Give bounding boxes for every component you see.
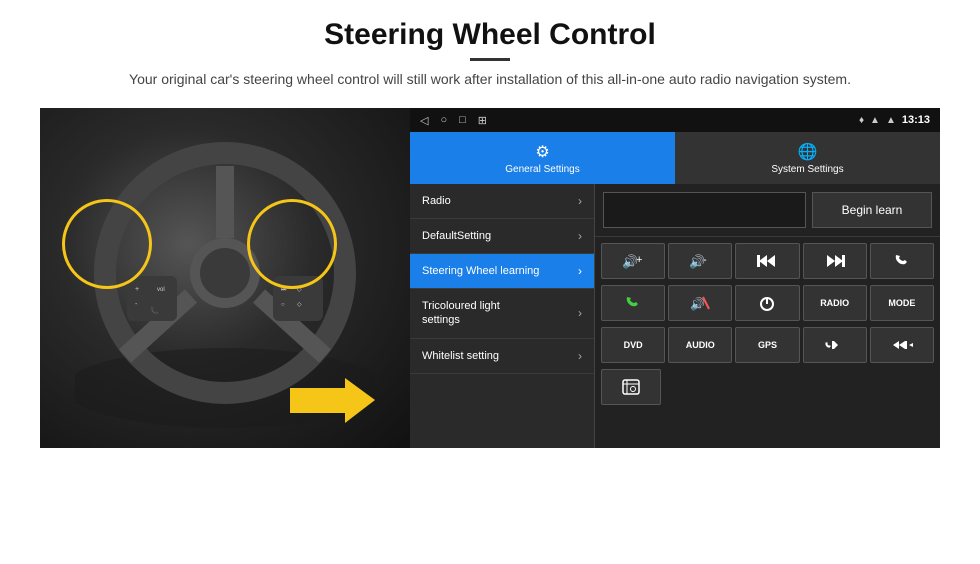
content-area: + vol - 📞 ⏭ ◇ ○ ◇	[40, 108, 940, 448]
svg-text:-: -	[703, 254, 707, 266]
svg-text:📞: 📞	[150, 306, 159, 315]
back-nav-icon[interactable]: ◁	[420, 114, 428, 127]
menu-item-whitelist-label: Whitelist setting	[422, 350, 499, 362]
dvd-button[interactable]: DVD	[601, 327, 665, 363]
vol-up-button[interactable]: 🔊+	[601, 243, 665, 279]
tab-bar: ⚙ General Settings 🌐 System Settings	[410, 132, 940, 184]
answer-call-button[interactable]	[601, 285, 665, 321]
svg-text:◇: ◇	[297, 302, 302, 308]
menu-tricolour-arrow: ›	[578, 306, 582, 320]
menu-item-whitelist[interactable]: Whitelist setting ›	[410, 339, 594, 374]
svg-text:○: ○	[281, 302, 285, 308]
status-indicators: ♦ ▲ ▲ 13:13	[859, 114, 930, 126]
recents-nav-icon[interactable]: □	[459, 114, 466, 127]
menu-panel: Radio › DefaultSetting › Steering Wheel …	[410, 184, 595, 448]
key-input-box	[603, 192, 806, 228]
top-controls: Begin learn	[595, 184, 940, 237]
prev-track-button[interactable]	[735, 243, 799, 279]
svg-text:vol: vol	[157, 287, 165, 293]
audio-button[interactable]: AUDIO	[668, 327, 732, 363]
page-title: Steering Wheel Control	[129, 18, 851, 52]
gps-button[interactable]: GPS	[735, 327, 799, 363]
location-icon: ♦	[859, 115, 864, 126]
menu-item-default-label: DefaultSetting	[422, 230, 491, 242]
last-row	[595, 369, 940, 409]
control-panel: Begin learn 🔊+ 🔊-	[595, 184, 940, 448]
menu-item-tricolour-label: Tricoloured lightsettings	[422, 299, 500, 328]
system-settings-icon: 🌐	[798, 142, 818, 162]
vol-down-button[interactable]: 🔊-	[668, 243, 732, 279]
menu-item-tricolour[interactable]: Tricoloured lightsettings ›	[410, 289, 594, 339]
call-button[interactable]	[870, 243, 934, 279]
menu-steering-arrow: ›	[578, 264, 582, 278]
menu-radio-arrow: ›	[578, 194, 582, 208]
title-divider	[470, 58, 510, 61]
wifi-icon: ▲	[886, 115, 896, 126]
menu-item-radio-label: Radio	[422, 195, 451, 207]
begin-learn-button[interactable]: Begin learn	[812, 192, 932, 228]
status-time: 13:13	[902, 114, 930, 126]
title-section: Steering Wheel Control Your original car…	[129, 18, 851, 102]
radio-mode-button[interactable]: RADIO	[803, 285, 867, 321]
home-nav-icon[interactable]: ○	[440, 114, 447, 127]
tab-system-settings[interactable]: 🌐 System Settings	[675, 132, 940, 184]
highlight-circle-left	[62, 199, 152, 289]
gear-settings-icon: ⚙	[535, 142, 549, 162]
menu-item-radio[interactable]: Radio ›	[410, 184, 594, 219]
mode-button[interactable]: MODE	[870, 285, 934, 321]
android-ui-panel: ◁ ○ □ ⊞ ♦ ▲ ▲ 13:13 ⚙ General Settings	[410, 108, 940, 448]
signal-icon: ▲	[870, 115, 880, 126]
call-prev-button[interactable]	[803, 327, 867, 363]
menu-whitelist-arrow: ›	[578, 349, 582, 363]
subtitle: Your original car's steering wheel contr…	[129, 69, 851, 90]
tab-general-label: General Settings	[505, 164, 580, 175]
highlight-circle-right	[247, 199, 337, 289]
menu-item-default[interactable]: DefaultSetting ›	[410, 219, 594, 254]
menu-item-steering[interactable]: Steering Wheel learning ›	[410, 254, 594, 289]
steering-wheel-panel: + vol - 📞 ⏭ ◇ ○ ◇	[40, 108, 410, 448]
menu-default-arrow: ›	[578, 229, 582, 243]
power-button[interactable]	[735, 285, 799, 321]
mute-button[interactable]: 🔊	[668, 285, 732, 321]
tab-system-label: System Settings	[771, 164, 843, 175]
main-content: Radio › DefaultSetting › Steering Wheel …	[410, 184, 940, 448]
status-bar: ◁ ○ □ ⊞ ♦ ▲ ▲ 13:13	[410, 108, 940, 132]
page-wrapper: Steering Wheel Control Your original car…	[0, 0, 980, 564]
control-buttons-row1: 🔊+ 🔊-	[595, 237, 940, 285]
skip-button[interactable]	[870, 327, 934, 363]
next-track-button[interactable]	[803, 243, 867, 279]
svg-text:+: +	[135, 286, 139, 293]
tab-general-settings[interactable]: ⚙ General Settings	[410, 132, 675, 184]
steering-bg: + vol - 📞 ⏭ ◇ ○ ◇	[40, 108, 410, 448]
menu-item-steering-label: Steering Wheel learning	[422, 265, 539, 277]
arrow-indicator	[290, 373, 380, 433]
menu-nav-icon[interactable]: ⊞	[478, 114, 487, 127]
status-nav-icons: ◁ ○ □ ⊞	[420, 114, 487, 127]
media-icon-button[interactable]	[601, 369, 661, 405]
control-buttons-row2: 🔊 RADIO MODE	[595, 285, 940, 327]
svg-text:+: +	[636, 254, 642, 266]
control-buttons-row3: DVD AUDIO GPS	[595, 327, 940, 369]
